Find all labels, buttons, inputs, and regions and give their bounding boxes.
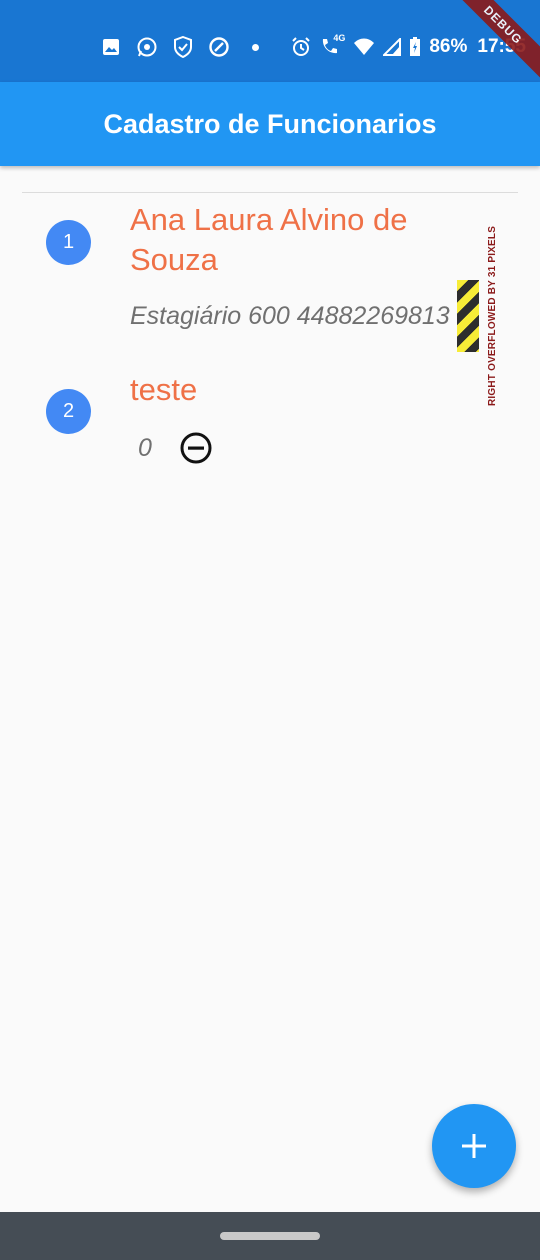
- shield-icon: [172, 36, 194, 58]
- employee-name: teste: [130, 372, 198, 407]
- status-left-icons: [100, 36, 273, 58]
- home-gesture-handle[interactable]: [220, 1232, 320, 1240]
- employee-index-badge: 1: [46, 220, 91, 265]
- employee-details: 0: [138, 434, 152, 462]
- overflow-warning-label: RIGHT OVERFLOWED BY 31 PIXELS: [487, 225, 498, 406]
- dot-icon: [252, 43, 259, 51]
- app-bar: Cadastro de Funcionarios: [0, 82, 540, 166]
- status-right: 4G 86% 17:55: [283, 33, 526, 60]
- employee-name: Ana Laura Alvino de Souza: [130, 202, 408, 277]
- plus-icon: [462, 1134, 486, 1158]
- add-employee-button[interactable]: [432, 1104, 516, 1188]
- overflow-warning-stripe: [457, 280, 479, 352]
- network-label: 4G: [333, 33, 346, 43]
- page-title: Cadastro de Funcionarios: [103, 108, 437, 139]
- wifi-icon: [353, 38, 375, 56]
- employee-details: Estagiário 600 44882269813: [130, 302, 450, 330]
- employee-index-badge: 2: [46, 389, 91, 434]
- status-bar: 4G 86% 17:55 DEBUG: [0, 0, 540, 86]
- list-divider: [22, 192, 518, 193]
- battery-icon: [409, 37, 421, 57]
- image-icon: [100, 36, 122, 58]
- call-icon: 4G: [319, 33, 345, 57]
- remove-circle-icon[interactable]: [180, 432, 212, 464]
- data-saver-icon: [208, 36, 230, 58]
- alarm-icon: [291, 37, 311, 57]
- signal-icon: [383, 38, 402, 56]
- battery-percent: 86%: [429, 36, 468, 57]
- whatsapp-icon: [136, 36, 158, 58]
- system-nav-bar: [0, 1212, 540, 1260]
